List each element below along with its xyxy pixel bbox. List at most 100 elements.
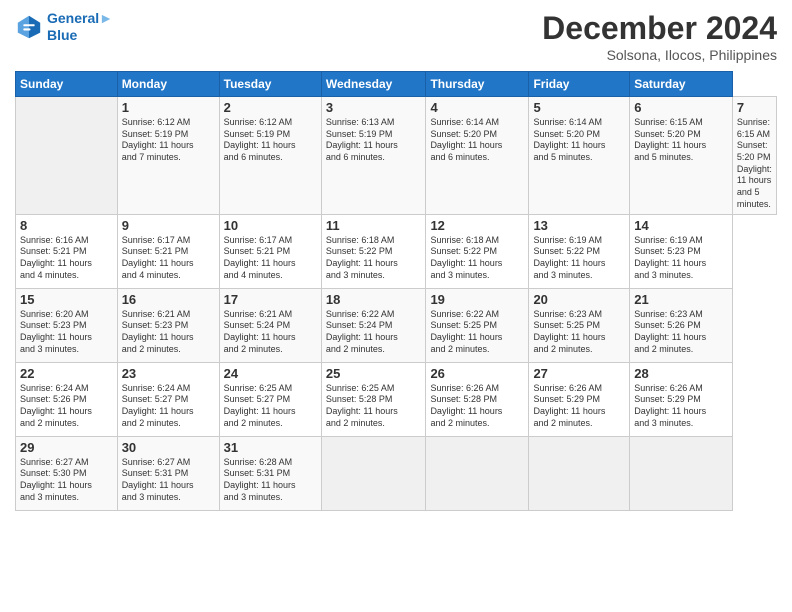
day-info: Sunrise: 6:27 AM Sunset: 5:30 PM Dayligh…	[20, 457, 113, 504]
calendar-cell: 14Sunrise: 6:19 AM Sunset: 5:23 PM Dayli…	[630, 214, 733, 288]
day-info: Sunrise: 6:18 AM Sunset: 5:22 PM Dayligh…	[326, 235, 422, 282]
calendar-cell	[426, 436, 529, 510]
day-number: 5	[533, 100, 625, 115]
day-info: Sunrise: 6:24 AM Sunset: 5:26 PM Dayligh…	[20, 383, 113, 430]
calendar-table: SundayMondayTuesdayWednesdayThursdayFrid…	[15, 71, 777, 511]
calendar-week-row: 1 Sunrise: 6:12 AM Sunset: 5:19 PM Daylig…	[16, 97, 777, 215]
day-info: Sunrise: 6:18 AM Sunset: 5:22 PM Dayligh…	[430, 235, 524, 282]
day-info: Sunrise: 6:14 AM Sunset: 5:20 PM Dayligh…	[430, 117, 524, 164]
day-number: 1	[122, 100, 215, 115]
day-number: 24	[224, 366, 317, 381]
day-number: 12	[430, 218, 524, 233]
calendar-cell: 18 Sunrise: 6:22 AM Sunset: 5:24 PM Dayli…	[321, 288, 426, 362]
calendar-cell: 24 Sunrise: 6:25 AM Sunset: 5:27 PM Dayli…	[219, 362, 321, 436]
calendar-cell: 2Sunrise: 6:12 AM Sunset: 5:19 PM Daylig…	[219, 97, 321, 215]
calendar-cell: 8Sunrise: 6:16 AM Sunset: 5:21 PM Daylig…	[16, 214, 118, 288]
calendar-header-row: SundayMondayTuesdayWednesdayThursdayFrid…	[16, 72, 777, 97]
calendar-cell: 11 Sunrise: 6:18 AM Sunset: 5:22 PM Dayli…	[321, 214, 426, 288]
day-number: 9	[122, 218, 215, 233]
day-info: Sunrise: 6:15 AM Sunset: 5:20 PM Dayligh…	[634, 117, 728, 164]
calendar-cell: 27 Sunrise: 6:26 AM Sunset: 5:29 PM Dayli…	[529, 362, 630, 436]
col-header-thursday: Thursday	[426, 72, 529, 97]
col-header-saturday: Saturday	[630, 72, 733, 97]
logo-line1: General	[47, 10, 99, 26]
day-info: Sunrise: 6:23 AM Sunset: 5:26 PM Dayligh…	[634, 309, 728, 356]
calendar-week-row: 8Sunrise: 6:16 AM Sunset: 5:21 PM Daylig…	[16, 214, 777, 288]
calendar-cell: 21Sunrise: 6:23 AM Sunset: 5:26 PM Dayli…	[630, 288, 733, 362]
logo-icon	[15, 13, 43, 41]
day-info: Sunrise: 6:25 AM Sunset: 5:27 PM Dayligh…	[224, 383, 317, 430]
day-info: Sunrise: 6:26 AM Sunset: 5:29 PM Dayligh…	[533, 383, 625, 430]
calendar-cell: 19 Sunrise: 6:22 AM Sunset: 5:25 PM Dayli…	[426, 288, 529, 362]
day-number: 3	[326, 100, 422, 115]
calendar-week-row: 22 Sunrise: 6:24 AM Sunset: 5:26 PM Dayli…	[16, 362, 777, 436]
day-info: Sunrise: 6:14 AM Sunset: 5:20 PM Dayligh…	[533, 117, 625, 164]
day-number: 30	[122, 440, 215, 455]
day-number: 11	[326, 218, 422, 233]
calendar-cell	[529, 436, 630, 510]
day-info: Sunrise: 6:19 AM Sunset: 5:23 PM Dayligh…	[634, 235, 728, 282]
day-number: 4	[430, 100, 524, 115]
calendar-cell: 26Sunrise: 6:26 AM Sunset: 5:28 PM Dayli…	[426, 362, 529, 436]
calendar-cell: 22 Sunrise: 6:24 AM Sunset: 5:26 PM Dayli…	[16, 362, 118, 436]
day-info: Sunrise: 6:20 AM Sunset: 5:23 PM Dayligh…	[20, 309, 113, 356]
day-number: 25	[326, 366, 422, 381]
calendar-cell: 15 Sunrise: 6:20 AM Sunset: 5:23 PM Dayli…	[16, 288, 118, 362]
calendar-cell: 4 Sunrise: 6:14 AM Sunset: 5:20 PM Daylig…	[426, 97, 529, 215]
day-number: 27	[533, 366, 625, 381]
calendar-cell: 23Sunrise: 6:24 AM Sunset: 5:27 PM Dayli…	[117, 362, 219, 436]
col-header-monday: Monday	[117, 72, 219, 97]
title-block: December 2024 Solsona, Ilocos, Philippin…	[542, 10, 777, 63]
col-header-wednesday: Wednesday	[321, 72, 426, 97]
calendar-cell: 25Sunrise: 6:25 AM Sunset: 5:28 PM Dayli…	[321, 362, 426, 436]
logo-line2: Blue	[47, 27, 113, 44]
day-number: 13	[533, 218, 625, 233]
day-info: Sunrise: 6:22 AM Sunset: 5:24 PM Dayligh…	[326, 309, 422, 356]
day-number: 22	[20, 366, 113, 381]
col-header-sunday: Sunday	[16, 72, 118, 97]
day-number: 17	[224, 292, 317, 307]
calendar-cell: 20Sunrise: 6:23 AM Sunset: 5:25 PM Dayli…	[529, 288, 630, 362]
day-info: Sunrise: 6:19 AM Sunset: 5:22 PM Dayligh…	[533, 235, 625, 282]
col-header-friday: Friday	[529, 72, 630, 97]
calendar-cell: 3Sunrise: 6:13 AM Sunset: 5:19 PM Daylig…	[321, 97, 426, 215]
calendar-cell: 6 Sunrise: 6:15 AM Sunset: 5:20 PM Daylig…	[630, 97, 733, 215]
logo-text: General► Blue	[47, 10, 113, 44]
calendar-cell	[16, 97, 118, 215]
calendar-cell	[321, 436, 426, 510]
day-info: Sunrise: 6:12 AM Sunset: 5:19 PM Dayligh…	[224, 117, 317, 164]
day-info: Sunrise: 6:23 AM Sunset: 5:25 PM Dayligh…	[533, 309, 625, 356]
day-number: 10	[224, 218, 317, 233]
day-info: Sunrise: 6:24 AM Sunset: 5:27 PM Dayligh…	[122, 383, 215, 430]
day-number: 19	[430, 292, 524, 307]
calendar-cell: 5 Sunrise: 6:14 AM Sunset: 5:20 PM Daylig…	[529, 97, 630, 215]
day-number: 6	[634, 100, 728, 115]
page-container: General► Blue December 2024 Solsona, Ilo…	[0, 0, 792, 612]
day-number: 8	[20, 218, 113, 233]
calendar-cell: 29 Sunrise: 6:27 AM Sunset: 5:30 PM Dayli…	[16, 436, 118, 510]
calendar-cell: 1 Sunrise: 6:12 AM Sunset: 5:19 PM Daylig…	[117, 97, 219, 215]
calendar-cell: 28Sunrise: 6:26 AM Sunset: 5:29 PM Dayli…	[630, 362, 733, 436]
calendar-cell: 10 Sunrise: 6:17 AM Sunset: 5:21 PM Dayli…	[219, 214, 321, 288]
calendar-cell: 12 Sunrise: 6:18 AM Sunset: 5:22 PM Dayli…	[426, 214, 529, 288]
day-number: 16	[122, 292, 215, 307]
day-number: 18	[326, 292, 422, 307]
calendar-cell: 9 Sunrise: 6:17 AM Sunset: 5:21 PM Daylig…	[117, 214, 219, 288]
day-info: Sunrise: 6:26 AM Sunset: 5:28 PM Dayligh…	[430, 383, 524, 430]
calendar-cell: 31Sunrise: 6:28 AM Sunset: 5:31 PM Dayli…	[219, 436, 321, 510]
day-info: Sunrise: 6:27 AM Sunset: 5:31 PM Dayligh…	[122, 457, 215, 504]
day-number: 15	[20, 292, 113, 307]
day-number: 7	[737, 100, 772, 115]
location: Solsona, Ilocos, Philippines	[542, 47, 777, 63]
logo: General► Blue	[15, 10, 113, 44]
day-info: Sunrise: 6:12 AM Sunset: 5:19 PM Dayligh…	[122, 117, 215, 164]
col-header-tuesday: Tuesday	[219, 72, 321, 97]
day-info: Sunrise: 6:17 AM Sunset: 5:21 PM Dayligh…	[122, 235, 215, 282]
calendar-cell: 7Sunrise: 6:15 AM Sunset: 5:20 PM Daylig…	[732, 97, 776, 215]
day-number: 28	[634, 366, 728, 381]
calendar-cell: 17Sunrise: 6:21 AM Sunset: 5:24 PM Dayli…	[219, 288, 321, 362]
day-info: Sunrise: 6:22 AM Sunset: 5:25 PM Dayligh…	[430, 309, 524, 356]
day-number: 29	[20, 440, 113, 455]
header: General► Blue December 2024 Solsona, Ilo…	[15, 10, 777, 63]
day-info: Sunrise: 6:17 AM Sunset: 5:21 PM Dayligh…	[224, 235, 317, 282]
